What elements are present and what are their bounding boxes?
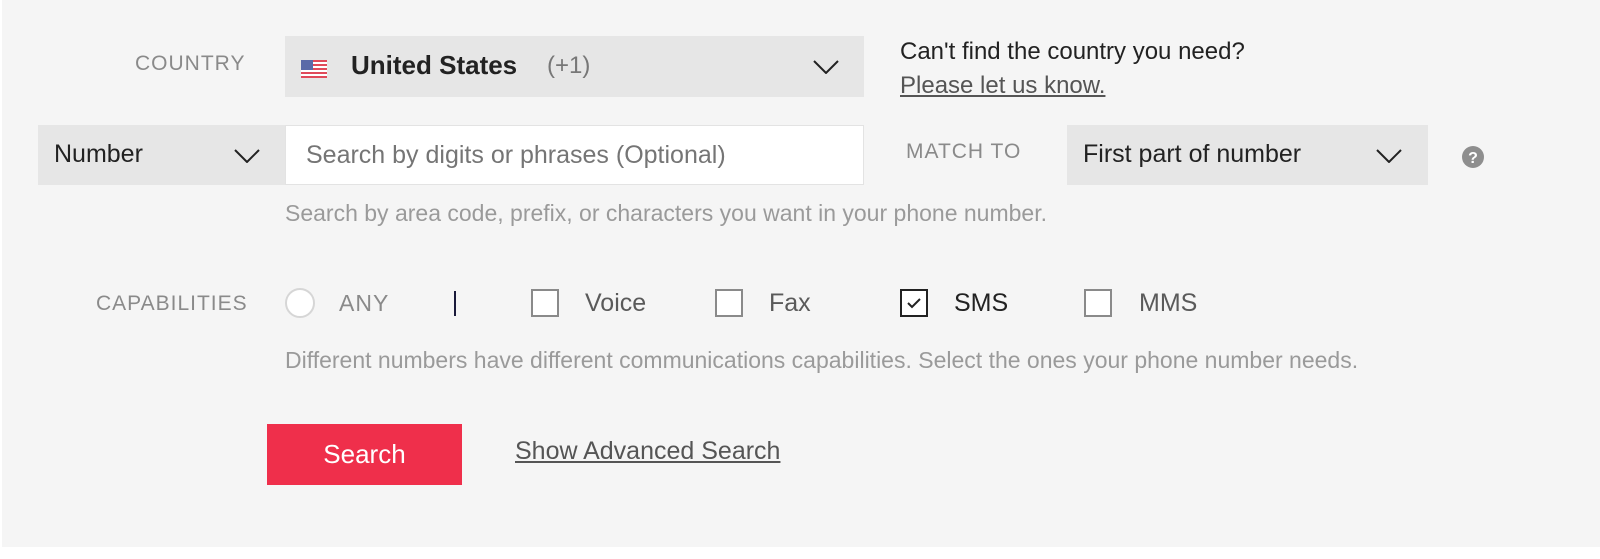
fax-checkbox[interactable] <box>715 289 743 317</box>
us-flag-icon <box>301 60 327 78</box>
svg-text:?: ? <box>1468 150 1478 167</box>
search-hint: Search by area code, prefix, or characte… <box>285 200 1047 226</box>
match-to-select[interactable]: First part of number <box>1067 125 1428 185</box>
chevron-down-icon <box>234 149 260 163</box>
search-type-value: Number <box>54 140 143 168</box>
show-advanced-search-link[interactable]: Show Advanced Search <box>515 437 780 466</box>
country-code: (+1) <box>547 52 591 79</box>
country-help-text: Can't find the country you need? <box>900 38 1245 65</box>
search-digits-input[interactable] <box>285 125 864 185</box>
question-circle-icon[interactable]: ? <box>1462 146 1484 168</box>
country-name: United States <box>351 50 518 80</box>
capabilities-hint: Different numbers have different communi… <box>285 347 1359 373</box>
sms-label: SMS <box>954 289 1009 317</box>
capabilities-label: CAPABILITIES <box>96 292 248 315</box>
voice-label: Voice <box>585 289 647 317</box>
chevron-down-icon <box>813 60 839 74</box>
any-label: ANY <box>339 290 390 316</box>
search-panel: COUNTRY United States (+1) Can't find th… <box>2 0 1600 547</box>
country-select[interactable]: United States (+1) <box>285 36 864 97</box>
country-label: COUNTRY <box>135 52 246 75</box>
match-to-label: MATCH TO <box>906 140 1022 163</box>
fax-label: Fax <box>769 289 811 317</box>
sms-checkbox[interactable] <box>900 289 928 317</box>
mms-label: MMS <box>1139 289 1198 317</box>
mms-checkbox[interactable] <box>1084 289 1112 317</box>
match-to-value: First part of number <box>1083 140 1302 168</box>
voice-checkbox[interactable] <box>531 289 559 317</box>
country-request-link[interactable]: Please let us know. <box>900 72 1105 100</box>
any-radio[interactable] <box>285 288 315 318</box>
chevron-down-icon <box>1376 149 1402 163</box>
search-button[interactable]: Search <box>267 424 462 485</box>
checkmark-icon <box>907 297 921 308</box>
search-type-select[interactable]: Number <box>38 125 286 185</box>
separator <box>454 291 456 316</box>
